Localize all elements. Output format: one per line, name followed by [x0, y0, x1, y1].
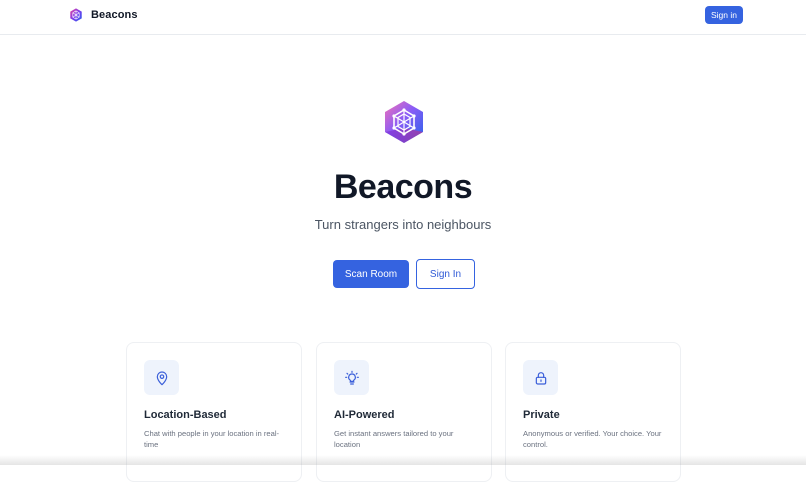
feature-title: Private: [523, 409, 560, 421]
brand-name: Beacons: [91, 9, 138, 21]
bottom-fade: [0, 455, 806, 465]
feature-description: Get instant answers tailored to your loc…: [334, 429, 454, 449]
hero-sign-in-button[interactable]: Sign In: [416, 259, 475, 289]
lightbulb-icon: [334, 360, 369, 395]
feature-title: AI-Powered: [334, 409, 395, 421]
beacons-hero-logo-icon: [385, 101, 423, 143]
header-sign-in-button[interactable]: Sign in: [705, 6, 743, 24]
hero-subtitle: Turn strangers into neighbours: [314, 217, 492, 232]
hero-title: Beacons: [333, 168, 473, 206]
brand[interactable]: Beacons: [69, 8, 138, 22]
beacons-logo-icon: [70, 8, 82, 22]
feature-description: Chat with people in your location in rea…: [144, 429, 280, 449]
lock-icon: [523, 360, 558, 395]
location-pin-icon: [144, 360, 179, 395]
top-navigation-bar: Beacons Sign in: [0, 0, 806, 35]
feature-description: Anonymous or verified. Your choice. Your…: [523, 429, 662, 449]
feature-title: Location-Based: [144, 409, 227, 421]
scan-room-button[interactable]: Scan Room: [333, 260, 409, 288]
